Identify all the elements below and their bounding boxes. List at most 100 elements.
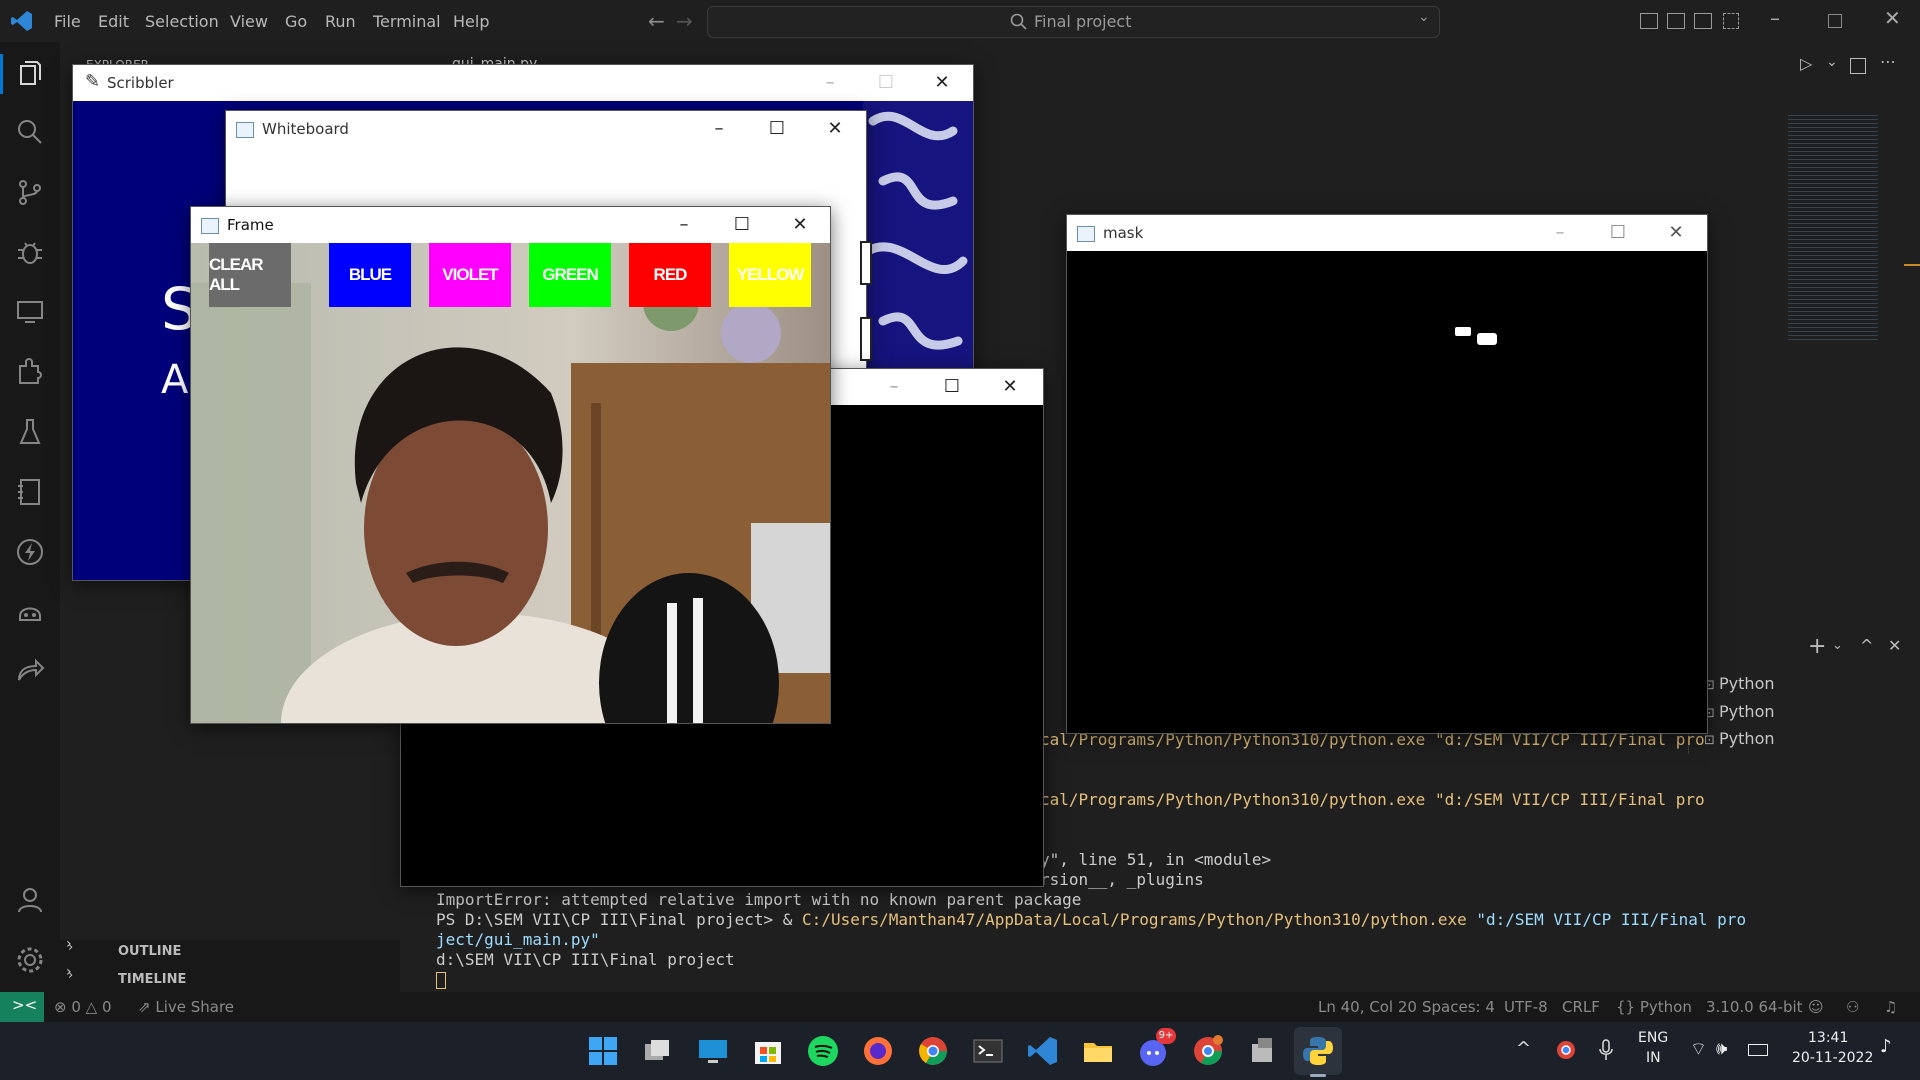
frame-titlebar[interactable]: Frame – ☐ ✕ bbox=[191, 207, 830, 243]
microphone-icon[interactable] bbox=[1598, 1038, 1614, 1062]
explorer-icon[interactable] bbox=[14, 58, 46, 90]
maximize-button[interactable]: ☐ bbox=[1603, 219, 1633, 247]
maximize-button[interactable]: ☐ bbox=[937, 373, 967, 401]
file-explorer-icon[interactable] bbox=[1081, 1034, 1115, 1068]
indentation[interactable]: Spaces: 4 bbox=[1422, 998, 1495, 1016]
blue-button[interactable]: BLUE bbox=[329, 243, 411, 307]
task-view-icon[interactable] bbox=[641, 1034, 675, 1068]
spotify-icon[interactable] bbox=[806, 1034, 840, 1068]
close-button[interactable]: ✕ bbox=[1661, 219, 1691, 247]
split-editor-icon[interactable] bbox=[1850, 58, 1866, 74]
encoding[interactable]: UTF-8 bbox=[1504, 998, 1548, 1016]
close-button[interactable]: ✕ bbox=[785, 211, 815, 239]
customize-layout-icon[interactable] bbox=[1723, 13, 1739, 29]
terminal-tab-2[interactable]: ⊡ Python bbox=[1704, 702, 1775, 721]
new-terminal-icon[interactable]: + bbox=[1808, 634, 1826, 659]
maximize-button[interactable]: ☐ bbox=[762, 115, 792, 143]
menu-help[interactable]: Help bbox=[453, 12, 489, 31]
maximize-button[interactable]: ☐ bbox=[871, 69, 901, 97]
maximize-button[interactable]: ☐ bbox=[727, 211, 757, 239]
menu-terminal[interactable]: Terminal bbox=[373, 12, 441, 31]
minimize-button[interactable]: – bbox=[815, 69, 845, 97]
python-icon[interactable] bbox=[1301, 1034, 1335, 1068]
menu-file[interactable]: File bbox=[54, 12, 81, 31]
account-icon[interactable] bbox=[14, 884, 46, 916]
terminal-tab-3[interactable]: ⊡ Python bbox=[1704, 729, 1775, 748]
minimize-button[interactable]: – bbox=[1545, 219, 1575, 247]
source-control-icon[interactable] bbox=[14, 176, 46, 208]
chrome-profile-icon[interactable] bbox=[1191, 1034, 1225, 1068]
maximize-panel-icon[interactable]: ^ bbox=[1860, 636, 1873, 655]
back-arrow-icon[interactable]: ← bbox=[648, 9, 665, 33]
command-center-search[interactable]: Final project ⌄ bbox=[707, 6, 1440, 38]
close-icon[interactable]: ✕ bbox=[1884, 6, 1901, 30]
line-ending[interactable]: CRLF bbox=[1562, 998, 1600, 1016]
menu-edit[interactable]: Edit bbox=[98, 12, 129, 31]
restore-icon[interactable] bbox=[1828, 14, 1842, 28]
python-interpreter[interactable]: 3.10.0 64-bit bbox=[1706, 998, 1803, 1016]
system-app-icon[interactable] bbox=[1246, 1034, 1280, 1068]
search-icon[interactable] bbox=[14, 116, 46, 148]
lightning-icon[interactable] bbox=[14, 536, 46, 568]
chevron-up-icon[interactable]: ^ bbox=[1516, 1038, 1531, 1059]
terminal-tab-1[interactable]: ⊡ Python bbox=[1704, 674, 1775, 693]
battery-icon[interactable] bbox=[1748, 1044, 1768, 1056]
minimize-button[interactable]: – bbox=[669, 211, 699, 239]
copilot-status-icon[interactable]: ☺ bbox=[1808, 998, 1824, 1016]
outline-section[interactable]: OUTLINE bbox=[118, 944, 181, 959]
minimize-button[interactable]: – bbox=[879, 373, 909, 401]
green-button[interactable]: GREEN bbox=[529, 243, 611, 307]
terminal-app-icon[interactable] bbox=[971, 1034, 1005, 1068]
menu-view[interactable]: View bbox=[230, 12, 268, 31]
notification-icon[interactable]: ♪ bbox=[1880, 1036, 1892, 1057]
live-share-status[interactable]: ⇗ Live Share bbox=[138, 998, 234, 1016]
vscode-taskbar-icon[interactable] bbox=[1026, 1034, 1060, 1068]
cursor-position[interactable]: Ln 40, Col 20 bbox=[1318, 998, 1417, 1016]
chrome-icon[interactable] bbox=[916, 1034, 950, 1068]
red-button[interactable]: RED bbox=[629, 243, 711, 307]
forward-arrow-icon[interactable]: → bbox=[676, 9, 693, 33]
language-bottom[interactable]: IN bbox=[1646, 1050, 1661, 1066]
remote-indicator[interactable]: >< bbox=[0, 992, 44, 1022]
clear-all-button[interactable]: CLEAR ALL bbox=[209, 243, 291, 307]
close-button[interactable]: ✕ bbox=[927, 69, 957, 97]
toggle-panel-icon[interactable] bbox=[1667, 13, 1685, 29]
timeline-section[interactable]: TIMELINE bbox=[118, 972, 186, 987]
minimize-icon[interactable]: – bbox=[1770, 6, 1780, 30]
extensions-icon[interactable] bbox=[14, 356, 46, 388]
problems-indicator[interactable]: ⊗ 0 △ 0 bbox=[54, 998, 112, 1016]
feedback-icon[interactable]: ⚇ bbox=[1846, 998, 1859, 1016]
start-icon[interactable] bbox=[586, 1034, 620, 1068]
mask-titlebar[interactable]: mask – ☐ ✕ bbox=[1067, 215, 1707, 251]
store-icon[interactable] bbox=[751, 1034, 785, 1068]
violet-button[interactable]: VIOLET bbox=[429, 243, 511, 307]
menu-run[interactable]: Run bbox=[325, 12, 356, 31]
firefox-icon[interactable] bbox=[861, 1034, 895, 1068]
minimap[interactable] bbox=[1788, 112, 1878, 342]
copilot-icon[interactable] bbox=[14, 596, 46, 628]
clock-date[interactable]: 20-11-2022 bbox=[1792, 1050, 1873, 1066]
wifi-icon[interactable]: ⌔ bbox=[1690, 1038, 1707, 1061]
testing-icon[interactable] bbox=[14, 416, 46, 448]
toggle-secondary-sidebar-icon[interactable] bbox=[1694, 13, 1712, 29]
toggle-sidebar-icon[interactable] bbox=[1640, 13, 1658, 29]
volume-icon[interactable]: 🕪 bbox=[1716, 1038, 1727, 1059]
close-button[interactable]: ✕ bbox=[995, 373, 1025, 401]
live-share-icon[interactable] bbox=[14, 656, 46, 688]
chevron-down-icon[interactable]: ⌄ bbox=[1826, 54, 1838, 70]
whiteboard-titlebar[interactable]: Whiteboard – ☐ ✕ bbox=[226, 111, 866, 147]
desktop-icon[interactable] bbox=[696, 1034, 730, 1068]
language-mode[interactable]: {} Python bbox=[1616, 998, 1692, 1016]
language-top[interactable]: ENG bbox=[1638, 1030, 1668, 1046]
bell-icon[interactable]: ♫ bbox=[1884, 998, 1897, 1016]
menu-go[interactable]: Go bbox=[285, 12, 307, 31]
remote-explorer-icon[interactable] bbox=[14, 296, 46, 328]
settings-gear-icon[interactable] bbox=[14, 944, 46, 976]
chevron-down-icon[interactable]: ⌄ bbox=[1418, 9, 1430, 25]
chrome-tray-icon[interactable] bbox=[1556, 1040, 1576, 1060]
more-actions-icon[interactable]: ⋯ bbox=[1880, 52, 1896, 71]
run-icon[interactable]: ▷ bbox=[1800, 54, 1812, 73]
clock-time[interactable]: 13:41 bbox=[1808, 1030, 1848, 1046]
notebook-icon[interactable] bbox=[14, 476, 46, 508]
scribbler-titlebar[interactable]: ✎ Scribbler – ☐ ✕ bbox=[73, 65, 973, 101]
